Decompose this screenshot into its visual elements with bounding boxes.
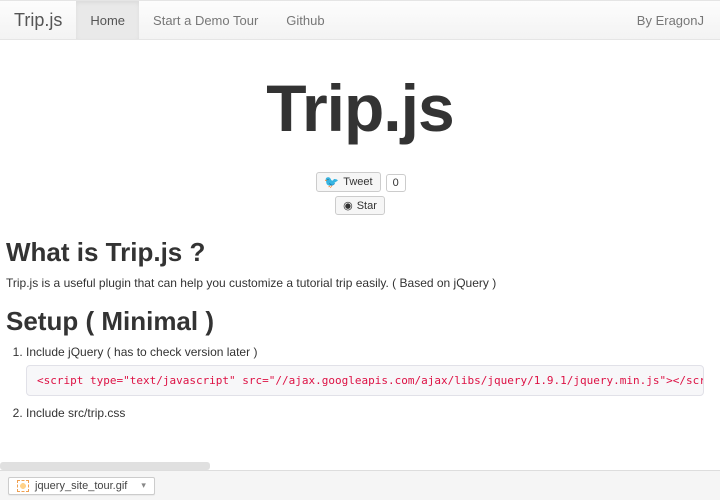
page-title: Trip.js <box>0 70 720 146</box>
star-label: Star <box>357 200 377 212</box>
what-heading: What is Trip.js ? <box>6 237 714 268</box>
nav-item-home[interactable]: Home <box>76 1 139 39</box>
tweet-label: Tweet <box>343 176 372 188</box>
download-filename: jquery_site_tour.gif <box>35 480 127 492</box>
setup-step-2: Include src/trip.css <box>26 406 125 420</box>
top-navbar: Trip.js Home Start a Demo Tour Github By… <box>0 0 720 40</box>
tweet-count: 0 <box>386 174 406 192</box>
github-icon: ◉ <box>343 199 353 212</box>
list-item: Include src/trip.css <box>26 406 714 420</box>
code-block[interactable]: <script type="text/javascript" src="//aj… <box>26 365 704 396</box>
horizontal-scrollbar[interactable] <box>0 462 210 470</box>
nav-item-demo[interactable]: Start a Demo Tour <box>139 1 272 39</box>
nav-item-github[interactable]: Github <box>272 1 338 39</box>
what-body: Trip.js is a useful plugin that can help… <box>6 276 714 290</box>
chevron-down-icon: ▾ <box>141 480 146 491</box>
social-row: 🐦 Tweet 0 ◉ Star <box>0 170 720 217</box>
setup-step-1: Include jQuery ( has to check version la… <box>26 345 257 359</box>
twitter-icon: 🐦 <box>324 175 339 189</box>
file-icon <box>17 480 29 492</box>
byline[interactable]: By EragonJ <box>637 13 710 28</box>
star-button[interactable]: ◉ Star <box>335 196 385 215</box>
nav-list: Home Start a Demo Tour Github <box>76 1 338 39</box>
hero: Trip.js <box>0 40 720 156</box>
setup-heading: Setup ( Minimal ) <box>6 306 714 337</box>
main-content: What is Trip.js ? Trip.js is a useful pl… <box>0 237 720 420</box>
setup-list: Include jQuery ( has to check version la… <box>6 345 714 420</box>
list-item: Include jQuery ( has to check version la… <box>26 345 714 396</box>
brand[interactable]: Trip.js <box>10 10 76 31</box>
download-bar: jquery_site_tour.gif ▾ <box>0 470 720 500</box>
download-chip[interactable]: jquery_site_tour.gif ▾ <box>8 477 155 495</box>
tweet-button[interactable]: 🐦 Tweet <box>316 172 380 192</box>
